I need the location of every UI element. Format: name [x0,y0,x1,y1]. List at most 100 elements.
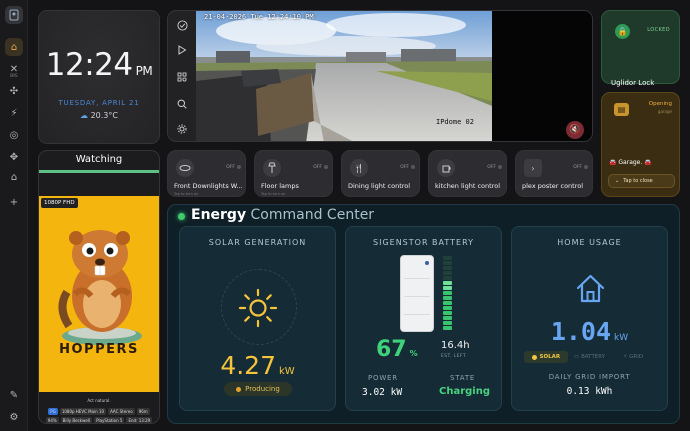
power-source-switch: SOLAR ▭ BATTERY ⚡ GRID [524,351,655,363]
light-state: OFF [573,165,582,170]
battery-time-left: 16.4h [441,340,470,351]
movie-meta-tags: PG 1080p HEVC Main 10 AAC Stereo 96m 94%… [41,408,157,423]
sidebar-item-devices[interactable]: ✥ [5,148,23,166]
settings-icon[interactable] [174,121,190,137]
meta-tag: 1080p HEVC Main 10 [59,408,107,415]
light-name: kitchen light control [435,182,500,190]
grid-import-label: DAILY GRID IMPORT [548,373,631,381]
light-state: OFF [400,165,409,170]
meta-tag: AAC Stereo [108,408,135,415]
light-tile-kitchen[interactable]: OFF kitchen light control [428,150,507,197]
battery-percent: 67% [376,337,418,362]
home-icon: ⌂ [10,41,18,53]
movie-poster [39,196,159,392]
sidebar-item-climate[interactable]: ✣ [5,82,23,100]
sidebar-item-rooms[interactable]: ⌂ [5,168,23,186]
sidebar-item-home[interactable]: ⌂ [5,38,23,56]
solar-panel[interactable]: SOLAR GENERATION 4.27 kW Producing [179,226,336,411]
sidebar-item-lights[interactable]: ⚡ [5,104,23,122]
energy-card: Energy Command Center SOLAR GENERATION 4… [167,204,680,424]
beaver-illustration [58,230,142,345]
bolt-icon: ⚡ [623,354,628,360]
battery-percent-unit: % [409,349,418,358]
light-name: plex poster control [522,182,584,190]
sidebar-settings-button[interactable]: ⚙ [5,408,23,426]
camera-toolbar [168,11,196,141]
mute-button[interactable]: 🔇 [566,121,584,139]
light-hint: Tap to turn on [174,192,199,196]
battery-label: SIGENSTOR BATTERY [373,238,474,247]
solar-value: 4.27 kW [220,351,295,380]
home-usage-unit: kW [614,333,629,343]
grid-view-icon[interactable] [174,69,190,85]
app-logo-icon[interactable] [5,6,23,24]
light-state: OFF [226,165,235,170]
mute-icon: 🔇 [569,125,581,135]
light-tile-front-downlights[interactable]: OFF Front Downlights W... Tap to turn on [167,150,246,197]
garage-card[interactable]: ▤ Opening garage 🚘 Garage. 🚘 ⌄ Tap to clo… [601,92,680,197]
garage-name: 🚘 Garage. 🚘 [609,159,652,166]
battery-level-bar [443,286,452,290]
battery-seam [404,278,430,279]
battery-level-bar [443,306,452,310]
battery-level-bar [443,281,452,285]
garage-state: Opening [648,101,672,107]
lock-name: Uglidor Lock [611,79,655,87]
watching-progress-fill [39,170,159,173]
sidebar-edit-button[interactable]: ✎ [5,386,23,404]
light-name: Front Downlights W... [174,182,243,190]
light-tile-plex-poster[interactable]: › OFF plex poster control [515,150,593,197]
battery-indicator-dot [425,261,429,265]
lock-state: LOCKED [647,27,670,33]
home-usage-panel[interactable]: HOME USAGE 1.04 kW SOLAR ▭ BATTERY ⚡ GRID D… [511,226,668,411]
battery-level-bar [443,326,452,330]
source-solar[interactable]: SOLAR [524,351,568,363]
live-status-dot [178,213,185,220]
meta-tag: PlayStation 5 [94,417,125,423]
lock-icon: 🔒 [615,24,630,39]
light-name: Dining light control [348,182,411,190]
quality-badge: 1080P FHD [41,198,78,208]
fan-icon: ✣ [9,85,19,97]
camera-label: IPdome 02 [436,118,474,126]
battery-level-bar [443,296,452,300]
light-tile-dining[interactable]: 🍴 OFF Dining light control [341,150,420,197]
movie-tagline: Act natural. [87,398,111,403]
battery-level-bar [443,271,452,275]
search-icon[interactable] [174,96,190,112]
garage-close-label: Tap to close [623,178,653,184]
battery-level-bar [443,321,452,325]
camera-feed[interactable]: 21-04-2026 Tue 12:24:10 PM IPdome 02 [196,11,492,141]
sidebar-item-security[interactable]: ◎ [5,126,23,144]
battery-panel[interactable]: SIGENSTOR BATTERY 67% 16.4h EST. LEFT PO… [345,226,502,411]
battery-power-label: POWER [368,374,398,382]
watching-title: Watching [75,154,123,165]
now-watching-card[interactable]: Watching 1080P FHD HOPPERS Act natural. … [38,150,160,424]
solar-label: SOLAR GENERATION [208,238,307,247]
light-tile-floor-lamps[interactable]: OFF Floor lamps Tap to turn on [254,150,333,197]
house-icon: ⌂ [10,171,18,183]
battery-time-label: EST. LEFT [441,354,466,359]
battery-seam [404,314,430,315]
house-icon [573,271,608,306]
sidebar-add-button[interactable]: + [5,193,23,211]
battery-state-value: Charging [439,386,491,397]
garage-close-button[interactable]: ⌄ Tap to close [608,174,675,188]
clock-time: 12:24 PM [45,47,153,83]
battery-state-label: STATE [450,374,476,382]
gear-icon: ⚙ [9,411,19,423]
lock-card[interactable]: 🔒 LOCKED Uglidor Lock [601,10,680,87]
light-state: OFF [313,165,322,170]
kettle-icon [437,159,455,177]
energy-title: Energy Command Center [191,207,375,223]
battery-icon: ▭ [573,354,580,360]
cutlery-icon: 🍴 [350,159,368,177]
battery-level-bar [443,266,452,270]
move-icon: ✥ [9,151,19,163]
clock-ampm: PM [135,64,153,78]
source-grid[interactable]: ⚡ GRID [611,351,655,363]
battery-level-bar [443,301,452,305]
source-battery[interactable]: ▭ BATTERY [568,351,612,363]
play-icon[interactable] [174,42,190,58]
history-icon[interactable] [174,17,190,33]
